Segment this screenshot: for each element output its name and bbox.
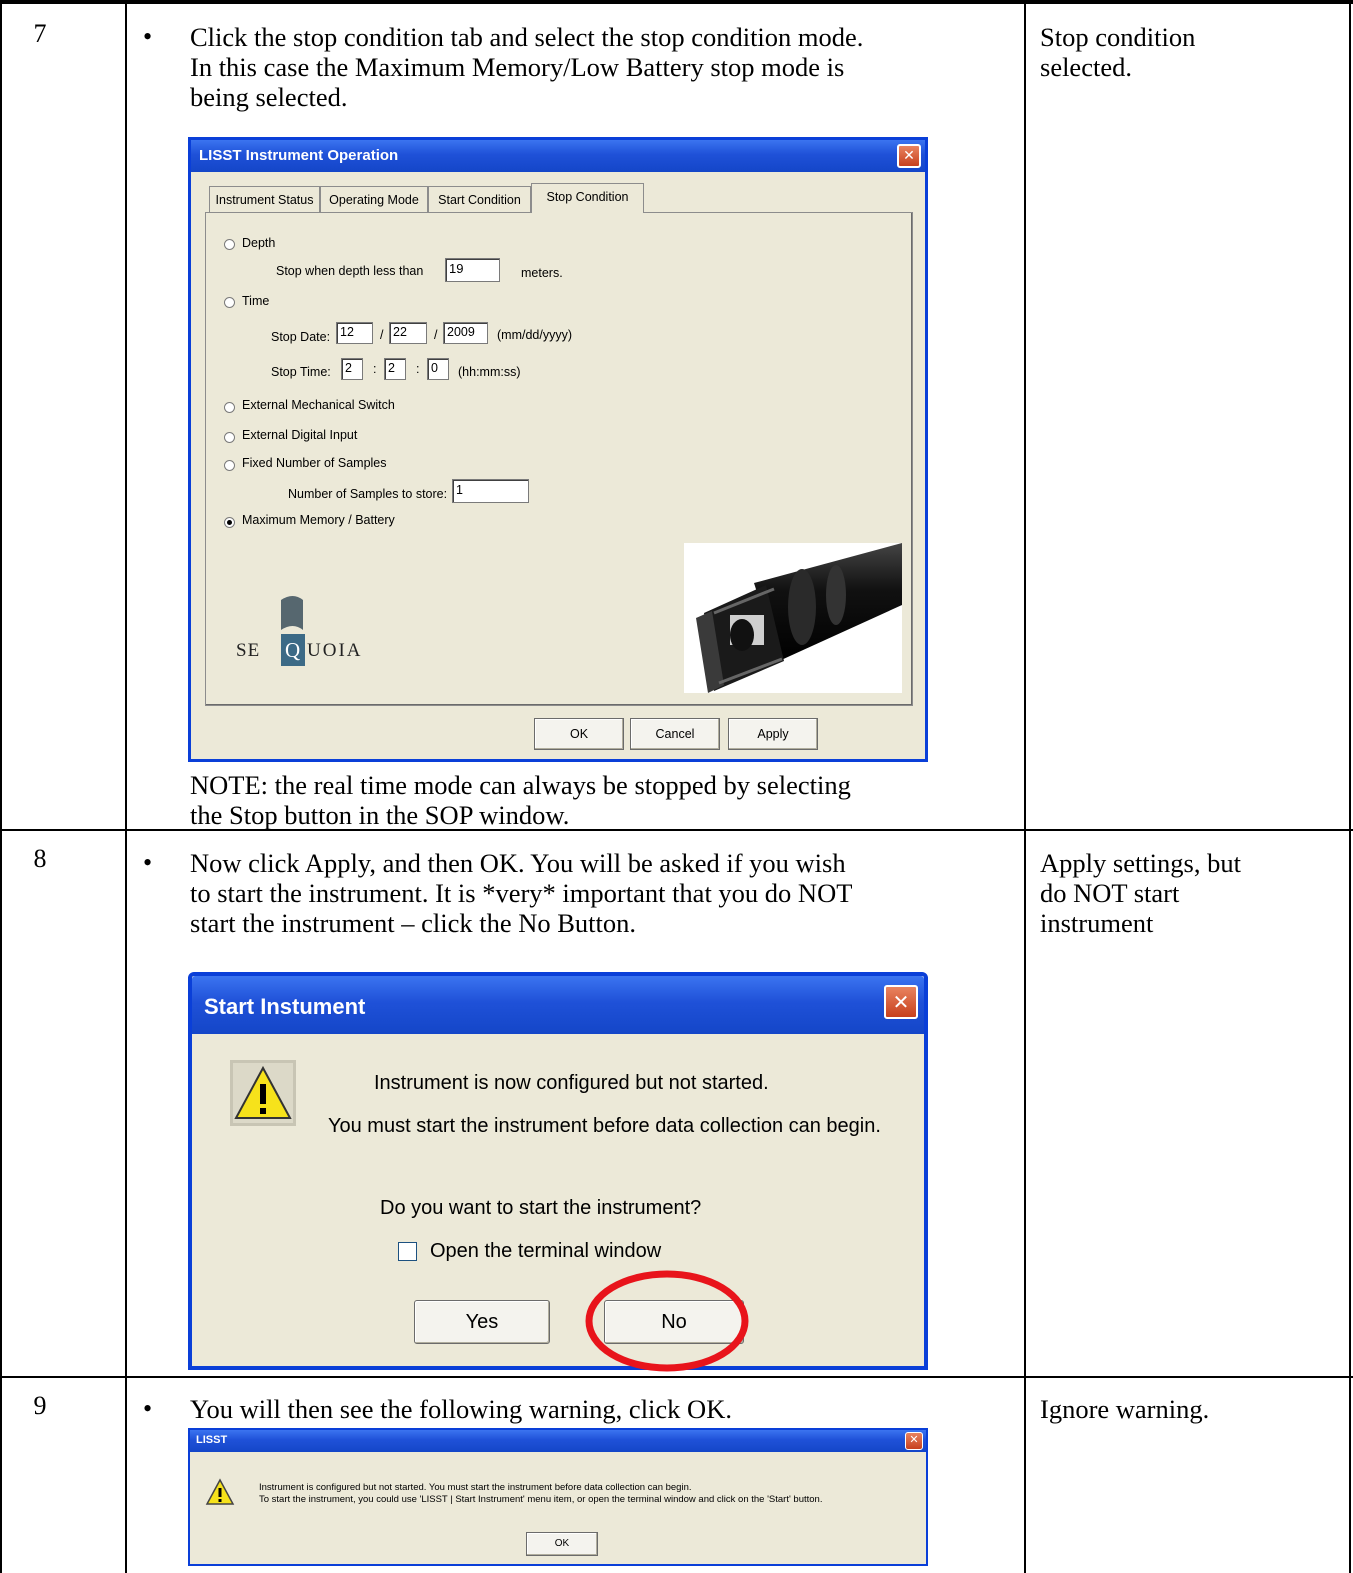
step-number: 7	[33, 19, 47, 48]
bullet: •	[143, 22, 153, 51]
message-line-2: You must start the instrument before dat…	[328, 1115, 881, 1137]
stop-date-day-input[interactable]: 22	[389, 322, 427, 344]
start-instrument-dialog: Start Instument ✕ Instrument is now conf…	[188, 972, 928, 1372]
lisst-warning-dialog: LISST ✕ Instrument is configured but not…	[188, 1428, 928, 1566]
step-note: NOTE: the real time mode can always be s…	[190, 770, 851, 830]
time-separator: :	[416, 362, 420, 376]
stop-date-label: Stop Date:	[271, 330, 331, 344]
warning-line-2: To start the instrument, you could use '…	[259, 1494, 823, 1505]
dialog-title-bar: LISST Instrument Operation ✕	[191, 140, 925, 172]
radio-external-digital-input[interactable]	[224, 432, 235, 443]
logo-text-uoia: UOIA	[307, 640, 363, 661]
step-number: 9	[33, 1391, 47, 1420]
step-instruction: You will then see the following warning,…	[190, 1394, 732, 1424]
step-result: Apply settings, but do NOT start instrum…	[1040, 848, 1241, 938]
external-digital-input-label: External Digital Input	[242, 428, 358, 442]
maximum-memory-battery-label: Maximum Memory / Battery	[242, 513, 395, 527]
logo-mark	[281, 596, 305, 666]
dialog-title: LISST	[196, 1434, 228, 1446]
stop-date-year-input[interactable]: 2009	[443, 322, 488, 344]
tab-strip: Instrument Status Operating Mode Start C…	[209, 183, 909, 213]
samples-to-store-label: Number of Samples to store:	[288, 487, 448, 501]
warning-icon	[230, 1060, 296, 1126]
radio-fixed-number-of-samples[interactable]	[224, 460, 235, 471]
time-label: Time	[242, 294, 270, 308]
column-divider	[1349, 0, 1351, 1573]
column-divider	[125, 0, 127, 1573]
tab-operating-mode[interactable]: Operating Mode	[320, 186, 428, 212]
logo-text-se: SE	[236, 640, 261, 661]
dialog-title-bar: Start Instument ✕	[192, 976, 924, 1034]
radio-depth[interactable]	[224, 239, 235, 250]
close-icon[interactable]: ✕	[897, 144, 921, 168]
depth-text: Stop when depth less than	[276, 264, 424, 278]
depth-input[interactable]: 19	[445, 258, 500, 282]
dialog-title: Start Instument	[204, 994, 366, 1019]
fixed-number-of-samples-label: Fixed Number of Samples	[242, 456, 387, 470]
yes-button[interactable]: Yes	[414, 1300, 550, 1344]
dialog-title-bar: LISST ✕	[190, 1430, 926, 1452]
open-terminal-checkbox[interactable]	[398, 1242, 417, 1261]
step-instruction: Now click Apply, and then OK. You will b…	[190, 848, 853, 938]
ok-button[interactable]: OK	[534, 718, 624, 750]
message-line-1: Instrument is now configured but not sta…	[374, 1072, 769, 1094]
radio-external-mechanical-switch[interactable]	[224, 402, 235, 413]
instrument-image	[696, 543, 902, 693]
step-instruction: Click the stop condition tab and select …	[190, 22, 864, 112]
radio-time[interactable]	[224, 297, 235, 308]
cancel-button[interactable]: Cancel	[630, 718, 720, 750]
highlight-circle	[585, 1270, 749, 1372]
tab-stop-condition[interactable]: Stop Condition	[531, 183, 644, 213]
tab-instrument-status[interactable]: Instrument Status	[209, 186, 320, 212]
stop-time-hour-input[interactable]: 2	[341, 358, 363, 380]
table-top-border	[0, 0, 1353, 4]
bullet: •	[143, 848, 153, 877]
external-mechanical-switch-label: External Mechanical Switch	[242, 398, 395, 412]
stop-time-second-input[interactable]: 0	[427, 358, 449, 380]
logo-text-q: Q	[285, 638, 301, 662]
depth-unit: meters.	[521, 266, 563, 280]
tab-start-condition[interactable]: Start Condition	[428, 186, 531, 212]
sequoia-logo: SE Q UOIA	[229, 588, 389, 678]
step-number: 8	[33, 844, 47, 873]
stop-time-label: Stop Time:	[271, 365, 331, 379]
time-format-hint: (hh:mm:ss)	[458, 365, 521, 379]
samples-to-store-input[interactable]: 1	[452, 479, 529, 503]
warning-line-1: Instrument is configured but not started…	[259, 1482, 692, 1493]
column-divider	[0, 0, 2, 1573]
depth-label: Depth	[242, 236, 276, 250]
dialog-title: LISST Instrument Operation	[199, 147, 399, 164]
date-format-hint: (mm/dd/yyyy)	[497, 328, 572, 342]
warning-icon	[205, 1478, 235, 1505]
lisst-operation-dialog: LISST Instrument Operation ✕ Instrument …	[188, 137, 928, 762]
instrument-photo	[684, 543, 902, 693]
apply-button[interactable]: Apply	[728, 718, 818, 750]
column-divider	[1024, 0, 1026, 1573]
radio-maximum-memory-battery[interactable]	[224, 517, 235, 528]
bullet: •	[143, 1394, 153, 1423]
stop-date-month-input[interactable]: 12	[336, 322, 373, 344]
date-separator: /	[380, 328, 384, 342]
question-text: Do you want to start the instrument?	[380, 1197, 702, 1219]
ok-button[interactable]: OK	[526, 1532, 598, 1556]
time-separator: :	[373, 362, 377, 376]
open-terminal-label: Open the terminal window	[430, 1240, 662, 1262]
row-divider	[0, 1376, 1353, 1378]
close-icon[interactable]: ✕	[905, 1432, 923, 1450]
close-icon[interactable]: ✕	[884, 985, 918, 1019]
date-separator: /	[434, 328, 438, 342]
stop-time-minute-input[interactable]: 2	[384, 358, 406, 380]
step-result: Stop condition selected.	[1040, 22, 1196, 82]
step-result: Ignore warning.	[1040, 1394, 1210, 1424]
